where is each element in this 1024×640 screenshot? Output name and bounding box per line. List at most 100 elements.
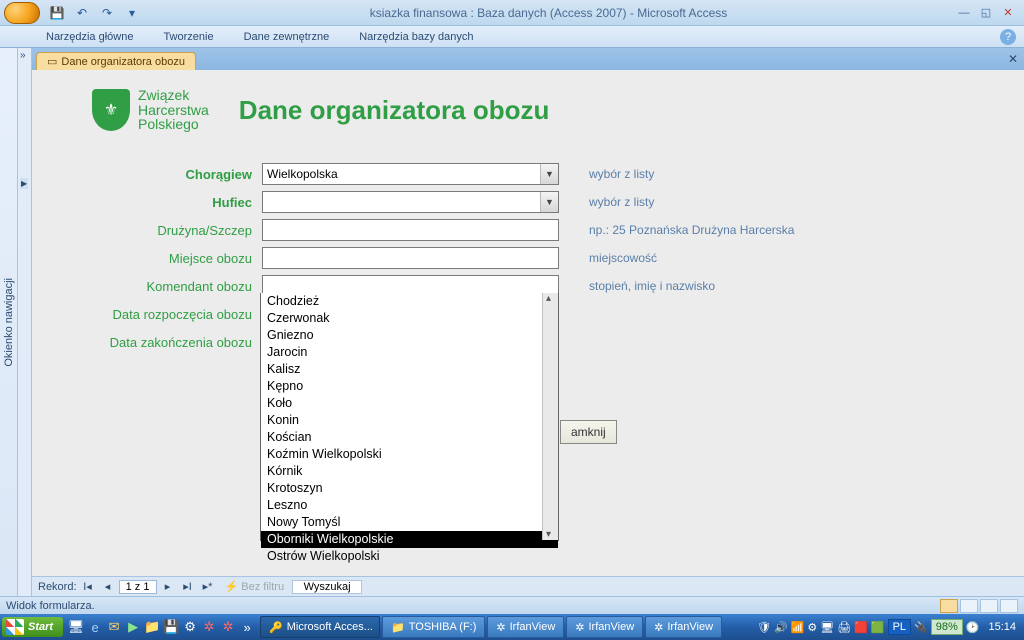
- status-bar: Widok formularza.: [0, 596, 1024, 614]
- form-icon: ▭: [47, 55, 57, 68]
- navigation-pane-toggle[interactable]: [18, 48, 32, 596]
- task-label: IrfanView: [667, 621, 713, 633]
- recnav-label: Rekord:: [38, 581, 77, 593]
- recnav-search[interactable]: [292, 580, 362, 594]
- ribbon: Narzędzia główne Tworzenie Dane zewnętrz…: [0, 26, 1024, 48]
- view-datasheet-icon[interactable]: [960, 599, 978, 613]
- tray-icon[interactable]: 🕑: [966, 621, 980, 634]
- window-titlebar: 💾 ↶ ↷ ▾ ksiazka finansowa : Baza danych …: [0, 0, 1024, 26]
- ql-ie-icon[interactable]: e: [86, 617, 104, 637]
- close-form-button[interactable]: amknij: [560, 420, 617, 444]
- dropdown-scrollbar[interactable]: [542, 293, 558, 540]
- ribbon-tab-home[interactable]: Narzędzia główne: [40, 29, 139, 45]
- tray-icon[interactable]: 🖨: [837, 621, 851, 634]
- dropdown-option[interactable]: Oborniki Wielkopolskie: [261, 531, 558, 548]
- recnav-next[interactable]: ▸: [159, 579, 177, 594]
- qat-more-icon[interactable]: ▾: [121, 3, 143, 23]
- ql-settings-icon[interactable]: ⚙: [181, 617, 199, 637]
- input-miejsce[interactable]: [262, 247, 559, 269]
- restore-button[interactable]: ◱: [976, 6, 996, 20]
- dropdown-option[interactable]: Konin: [261, 412, 558, 429]
- document-tab-active[interactable]: ▭ Dane organizatora obozu: [36, 52, 196, 70]
- tray-icon[interactable]: 📶: [791, 621, 805, 634]
- ribbon-tab-create[interactable]: Tworzenie: [157, 29, 219, 45]
- ribbon-tab-external[interactable]: Dane zewnętrzne: [238, 29, 336, 45]
- form-body: ⚜ Związek Harcerstwa Polskiego Dane orga…: [32, 70, 1024, 576]
- save-icon[interactable]: 💾: [46, 3, 68, 23]
- recnav-new[interactable]: ▸*: [199, 579, 217, 594]
- taskbar-clock[interactable]: 15:14: [982, 621, 1022, 633]
- tray-icon[interactable]: 🔌: [914, 621, 928, 634]
- dropdown-option[interactable]: Leszno: [261, 497, 558, 514]
- tray-icon[interactable]: 🟥: [854, 621, 868, 634]
- dropdown-option[interactable]: Czerwonak: [261, 310, 558, 327]
- label-hufiec: Hufiec: [92, 195, 262, 210]
- navigation-pane-label: Okienko nawigacji: [3, 278, 15, 367]
- recnav-prev[interactable]: ◂: [99, 579, 117, 594]
- view-form-icon[interactable]: [940, 599, 958, 613]
- help-icon[interactable]: ?: [1000, 29, 1016, 45]
- task-icon: ✲: [654, 621, 663, 634]
- ql-media-icon[interactable]: ▶: [124, 617, 142, 637]
- recnav-last[interactable]: ▸I: [179, 579, 197, 594]
- ribbon-tab-dbtools[interactable]: Narzędzia bazy danych: [353, 29, 479, 45]
- document-tab-close-icon[interactable]: ✕: [1008, 52, 1018, 66]
- hint-miejsce: miejscowość: [589, 251, 657, 265]
- dropdown-option[interactable]: Koźmin Wielkopolski: [261, 446, 558, 463]
- dropdown-option[interactable]: Chodzież: [261, 293, 558, 310]
- dropdown-option[interactable]: Jarocin: [261, 344, 558, 361]
- ql-irfan2-icon[interactable]: ✲: [219, 617, 237, 637]
- ql-irfan1-icon[interactable]: ✲: [200, 617, 218, 637]
- combo-choragiew[interactable]: Wielkopolska ▼: [262, 163, 559, 185]
- tray-icon[interactable]: 🔊: [774, 621, 788, 634]
- chevron-down-icon[interactable]: ▼: [540, 192, 558, 212]
- ql-save-icon[interactable]: 💾: [162, 617, 180, 637]
- redo-icon[interactable]: ↷: [96, 3, 118, 23]
- close-window-button[interactable]: ✕: [998, 6, 1018, 20]
- document-tabs: ▭ Dane organizatora obozu ✕: [32, 48, 1024, 70]
- ql-explorer-icon[interactable]: 📁: [143, 617, 161, 637]
- language-indicator[interactable]: PL: [888, 619, 911, 635]
- combo-hufiec-dropdown[interactable]: ChodzieżCzerwonakGnieznoJarocinKaliszKęp…: [260, 293, 559, 541]
- tray-icon[interactable]: 🛡: [757, 621, 771, 634]
- battery-indicator[interactable]: 98%: [931, 619, 963, 635]
- recnav-first[interactable]: I◂: [79, 579, 97, 594]
- tray-icon[interactable]: 🟩: [871, 621, 885, 634]
- ql-more-icon[interactable]: »: [238, 617, 256, 637]
- task-label: Microsoft Acces...: [287, 621, 373, 633]
- dropdown-option[interactable]: Kórnik: [261, 463, 558, 480]
- chevron-down-icon[interactable]: ▼: [540, 164, 558, 184]
- dropdown-option[interactable]: Kościan: [261, 429, 558, 446]
- hint-druzyna: np.: 25 Poznańska Drużyna Harcerska: [589, 223, 794, 237]
- dropdown-option[interactable]: Krotoszyn: [261, 480, 558, 497]
- dropdown-option[interactable]: Gniezno: [261, 327, 558, 344]
- view-design-icon[interactable]: [1000, 599, 1018, 613]
- office-button[interactable]: [4, 2, 40, 24]
- input-druzyna[interactable]: [262, 219, 559, 241]
- close-form-button-label: amknij: [571, 425, 606, 439]
- combo-hufiec[interactable]: ▼: [262, 191, 559, 213]
- taskbar-task[interactable]: ✲ IrfanView: [645, 616, 722, 638]
- start-button[interactable]: Start: [2, 617, 63, 637]
- taskbar-task[interactable]: ✲IrfanView: [566, 616, 643, 638]
- recnav-position[interactable]: [119, 580, 157, 594]
- tray-icon[interactable]: ⚙: [807, 621, 817, 634]
- ql-outlook-icon[interactable]: ✉: [105, 617, 123, 637]
- record-navigator: Rekord: I◂ ◂ ▸ ▸I ▸* ⚡ Bez filtru: [32, 576, 1024, 596]
- undo-icon[interactable]: ↶: [71, 3, 93, 23]
- view-layout-icon[interactable]: [980, 599, 998, 613]
- dropdown-option[interactable]: Kalisz: [261, 361, 558, 378]
- quick-launch: 🖥 e ✉ ▶ 📁 💾 ⚙ ✲ ✲ »: [67, 617, 256, 637]
- taskbar-task[interactable]: 📁TOSHIBA (F:): [382, 616, 485, 638]
- taskbar-task[interactable]: ✲IrfanView: [487, 616, 564, 638]
- dropdown-option[interactable]: Ostrów Wielkopolski: [261, 548, 558, 565]
- hint-komendant: stopień, imię i nazwisko: [589, 279, 715, 293]
- taskbar-task[interactable]: 🔑Microsoft Acces...: [260, 616, 380, 638]
- dropdown-option[interactable]: Koło: [261, 395, 558, 412]
- ql-desktop-icon[interactable]: 🖥: [67, 617, 85, 637]
- tray-icon[interactable]: 🖥: [820, 621, 834, 634]
- minimize-button[interactable]: —: [954, 6, 974, 20]
- dropdown-option[interactable]: Kępno: [261, 378, 558, 395]
- navigation-pane-collapsed[interactable]: Okienko nawigacji: [0, 48, 18, 596]
- dropdown-option[interactable]: Nowy Tomyśl: [261, 514, 558, 531]
